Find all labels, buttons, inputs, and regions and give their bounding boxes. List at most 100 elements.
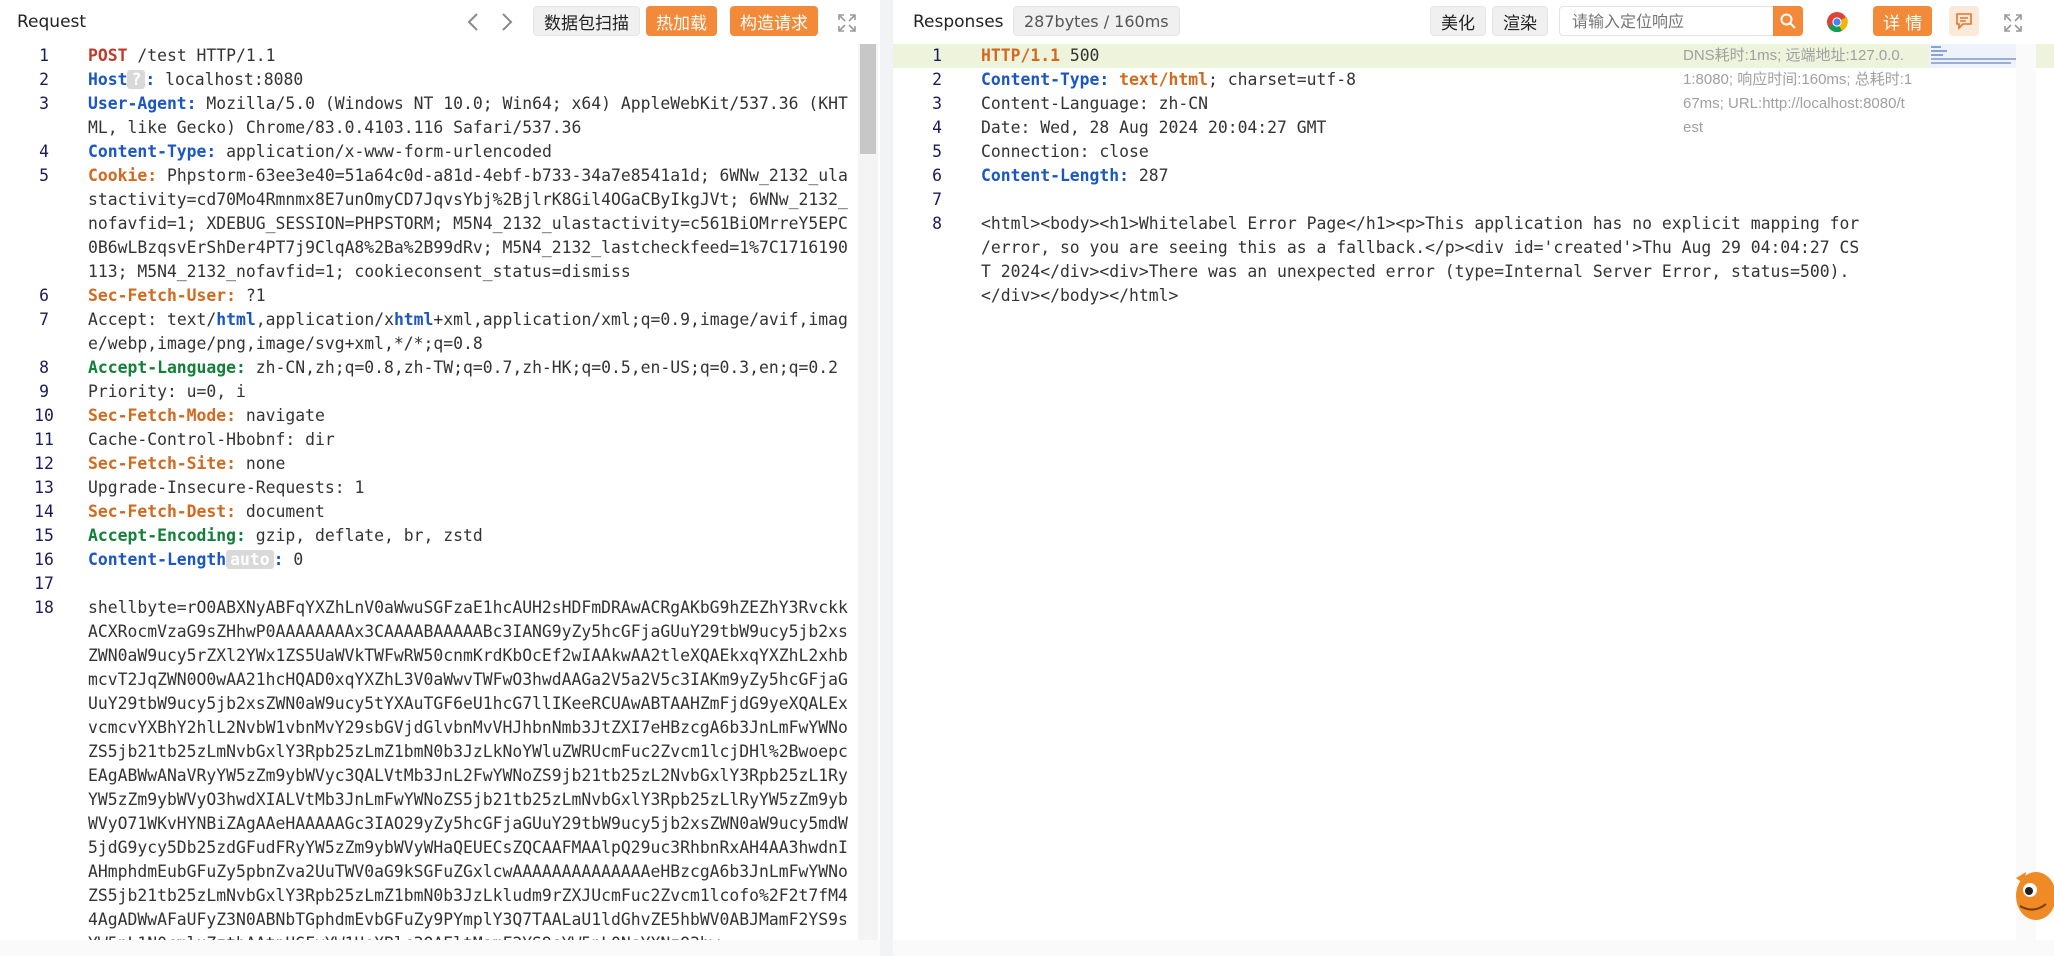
expand-response-icon[interactable] <box>2002 12 2024 34</box>
request-code-line[interactable]: 16 Content-Length auto: 0 <box>0 548 858 572</box>
request-code-line[interactable]: 14 Sec-Fetch-Dest: document <box>0 500 858 524</box>
code-token: Sec-Fetch-User: <box>88 286 237 305</box>
details-button[interactable]: 详 情 <box>1873 6 1933 36</box>
request-code-line[interactable]: 11 Cache-Control-Hbobnf: dir <box>0 428 858 452</box>
code-token: Sec-Fetch-Dest: <box>88 502 237 521</box>
request-code-line[interactable]: 2 Host?: localhost:8080 <box>0 68 858 92</box>
code-token: Accept-Language: <box>88 358 246 377</box>
request-line-content: Cookie: Phpstorm-63ee3e40=51a64c0d-a81d-… <box>88 164 848 284</box>
header-hint-badge: ? <box>127 70 146 89</box>
code-token: html <box>216 310 256 329</box>
code-token: gzip, deflate, br, zstd <box>245 526 483 545</box>
beautify-button[interactable]: 美化 <box>1430 6 1486 36</box>
request-editor[interactable]: 1 POST /test HTTP/1.1 2 Host?: localhost:80… <box>0 44 858 940</box>
code-token: Connection: <box>981 142 1090 161</box>
code-token: Content-Language: <box>981 94 1149 113</box>
request-code-line[interactable]: 9 Priority: u=0, i <box>0 380 858 404</box>
request-code-line[interactable]: 12 Sec-Fetch-Site: none <box>0 452 858 476</box>
request-line-content: Sec-Fetch-Mode: navigate <box>88 404 848 428</box>
response-scrollbar[interactable] <box>2016 44 2036 940</box>
request-line-content: Sec-Fetch-Dest: document <box>88 500 848 524</box>
code-token: Content-Length <box>88 550 227 569</box>
request-code-line[interactable]: 1 POST /test HTTP/1.1 <box>0 44 858 68</box>
request-code-line[interactable]: 8 Accept-Language: zh-CN,zh;q=0.8,zh-TW;q… <box>0 356 858 380</box>
code-token: Host <box>88 70 128 89</box>
code-token: none <box>236 454 286 473</box>
response-line-content: <html><body><h1>Whitelabel Error Page</h… <box>981 212 1861 308</box>
response-line-content: Content-Length: 287 <box>981 164 1861 188</box>
request-line-content: shellbyte=rO0ABXNyABFqYXZhLnV0aWwuSGFzaE… <box>88 596 848 940</box>
code-token: application/x-www-form-urlencoded <box>216 142 552 161</box>
pane-splitter[interactable] <box>880 0 893 956</box>
code-token: 1 <box>344 478 365 497</box>
request-line-content: Accept-Language: zh-CN,zh;q=0.8,zh-TW;q=… <box>88 356 848 380</box>
search-icon[interactable] <box>1773 6 1803 36</box>
response-line-number: 7 <box>932 190 942 209</box>
request-line-number: 3 <box>39 94 49 113</box>
locate-response-input[interactable] <box>1559 6 1776 36</box>
request-code-line[interactable]: 18 shellbyte=rO0ABXNyABFqYXZhLnV0aWwuSGFz… <box>0 596 858 940</box>
code-token: text/ <box>157 310 217 329</box>
response-line-number: 2 <box>932 70 942 89</box>
code-token: POST <box>88 46 128 65</box>
response-code-line[interactable]: 7 <box>893 188 2054 212</box>
code-token: Content-Type: <box>981 70 1110 89</box>
code-token: : <box>273 550 284 569</box>
code-token: zh-CN <box>1148 94 1208 113</box>
request-code-line[interactable]: 6 Sec-Fetch-User: ?1 <box>0 284 858 308</box>
request-line-content: Priority: u=0, i <box>88 380 848 404</box>
response-minimap[interactable] <box>1929 44 2024 68</box>
code-token: : <box>145 70 156 89</box>
forward-arrow-icon[interactable] <box>496 8 518 36</box>
request-code-line[interactable]: 5 Cookie: Phpstorm-63ee3e40=51a64c0d-a81d… <box>0 164 858 284</box>
request-horizontal-scrollbar[interactable] <box>0 940 880 956</box>
request-line-number: 14 <box>34 502 54 521</box>
back-arrow-icon[interactable] <box>462 8 484 36</box>
code-token: shellbyte=rO0ABXNyABFqYXZhLnV0aWwuSGFzaE… <box>88 598 848 940</box>
request-scrollbar-thumb[interactable] <box>860 44 876 154</box>
code-token: ; charset=utf-8 <box>1207 70 1357 89</box>
request-code-line[interactable]: 13 Upgrade-Insecure-Requests: 1 <box>0 476 858 500</box>
code-token: Cookie: <box>88 166 158 185</box>
render-button[interactable]: 渲染 <box>1492 6 1548 36</box>
chrome-icon[interactable] <box>1824 9 1850 35</box>
request-line-content <box>88 572 848 596</box>
request-line-number: 2 <box>39 70 49 89</box>
response-title: Responses <box>913 12 1004 32</box>
request-line-number: 10 <box>34 406 54 425</box>
request-line-content: Cache-Control-Hbobnf: dir <box>88 428 848 452</box>
request-code-line[interactable]: 17 <box>0 572 858 596</box>
request-line-number: 5 <box>39 166 49 185</box>
request-line-number: 16 <box>34 550 54 569</box>
request-code-line[interactable]: 15 Accept-Encoding: gzip, deflate, br, zs… <box>0 524 858 548</box>
packet-scan-button[interactable]: 数据包扫描 <box>533 6 640 36</box>
code-token: ?1 <box>236 286 266 305</box>
response-code-line[interactable]: 6 Content-Length: 287 <box>893 164 2054 188</box>
request-code-line[interactable]: 4 Content-Type: application/x-www-form-ur… <box>0 140 858 164</box>
request-line-number: 8 <box>39 358 49 377</box>
build-request-button[interactable]: 构造请求 <box>730 6 818 36</box>
request-line-number: 7 <box>39 310 49 329</box>
code-token: Cache-Control-Hbobnf: <box>88 430 296 449</box>
hot-reload-button[interactable]: 热加载 <box>646 6 717 36</box>
code-token: localhost:8080 <box>155 70 304 89</box>
request-scrollbar[interactable] <box>858 44 878 940</box>
request-code-line[interactable]: 10 Sec-Fetch-Mode: navigate <box>0 404 858 428</box>
expand-icon[interactable] <box>836 12 858 34</box>
comment-icon[interactable] <box>1949 6 1979 36</box>
code-token: <html><body><h1>Whitelabel Error Page</h… <box>981 214 1870 305</box>
code-token: 287 <box>1129 166 1169 185</box>
response-editor[interactable]: 1 HTTP/1.1 500 2 Content-Type: text/html; c… <box>893 44 2054 940</box>
request-toolbar: Request 数据包扫描 热加载 构造请求 <box>0 0 880 44</box>
request-code-line[interactable]: 3 User-Agent: Mozilla/5.0 (Windows NT 10.… <box>0 92 858 140</box>
response-code-line[interactable]: 5 Connection: close <box>893 140 2054 164</box>
request-line-content: POST /test HTTP/1.1 <box>88 44 848 68</box>
code-token: Date: <box>981 118 1031 137</box>
response-line-number: 6 <box>932 166 942 185</box>
response-horizontal-scrollbar[interactable] <box>893 940 2054 956</box>
mascot-icon[interactable] <box>2006 860 2054 930</box>
request-code-line[interactable]: 7 Accept: text/html,application/xhtml+xml… <box>0 308 858 356</box>
request-line-number: 17 <box>34 574 54 593</box>
request-line-content: Host?: localhost:8080 <box>88 68 848 92</box>
response-code-line[interactable]: 8 <html><body><h1>Whitelabel Error Page</… <box>893 212 2054 308</box>
